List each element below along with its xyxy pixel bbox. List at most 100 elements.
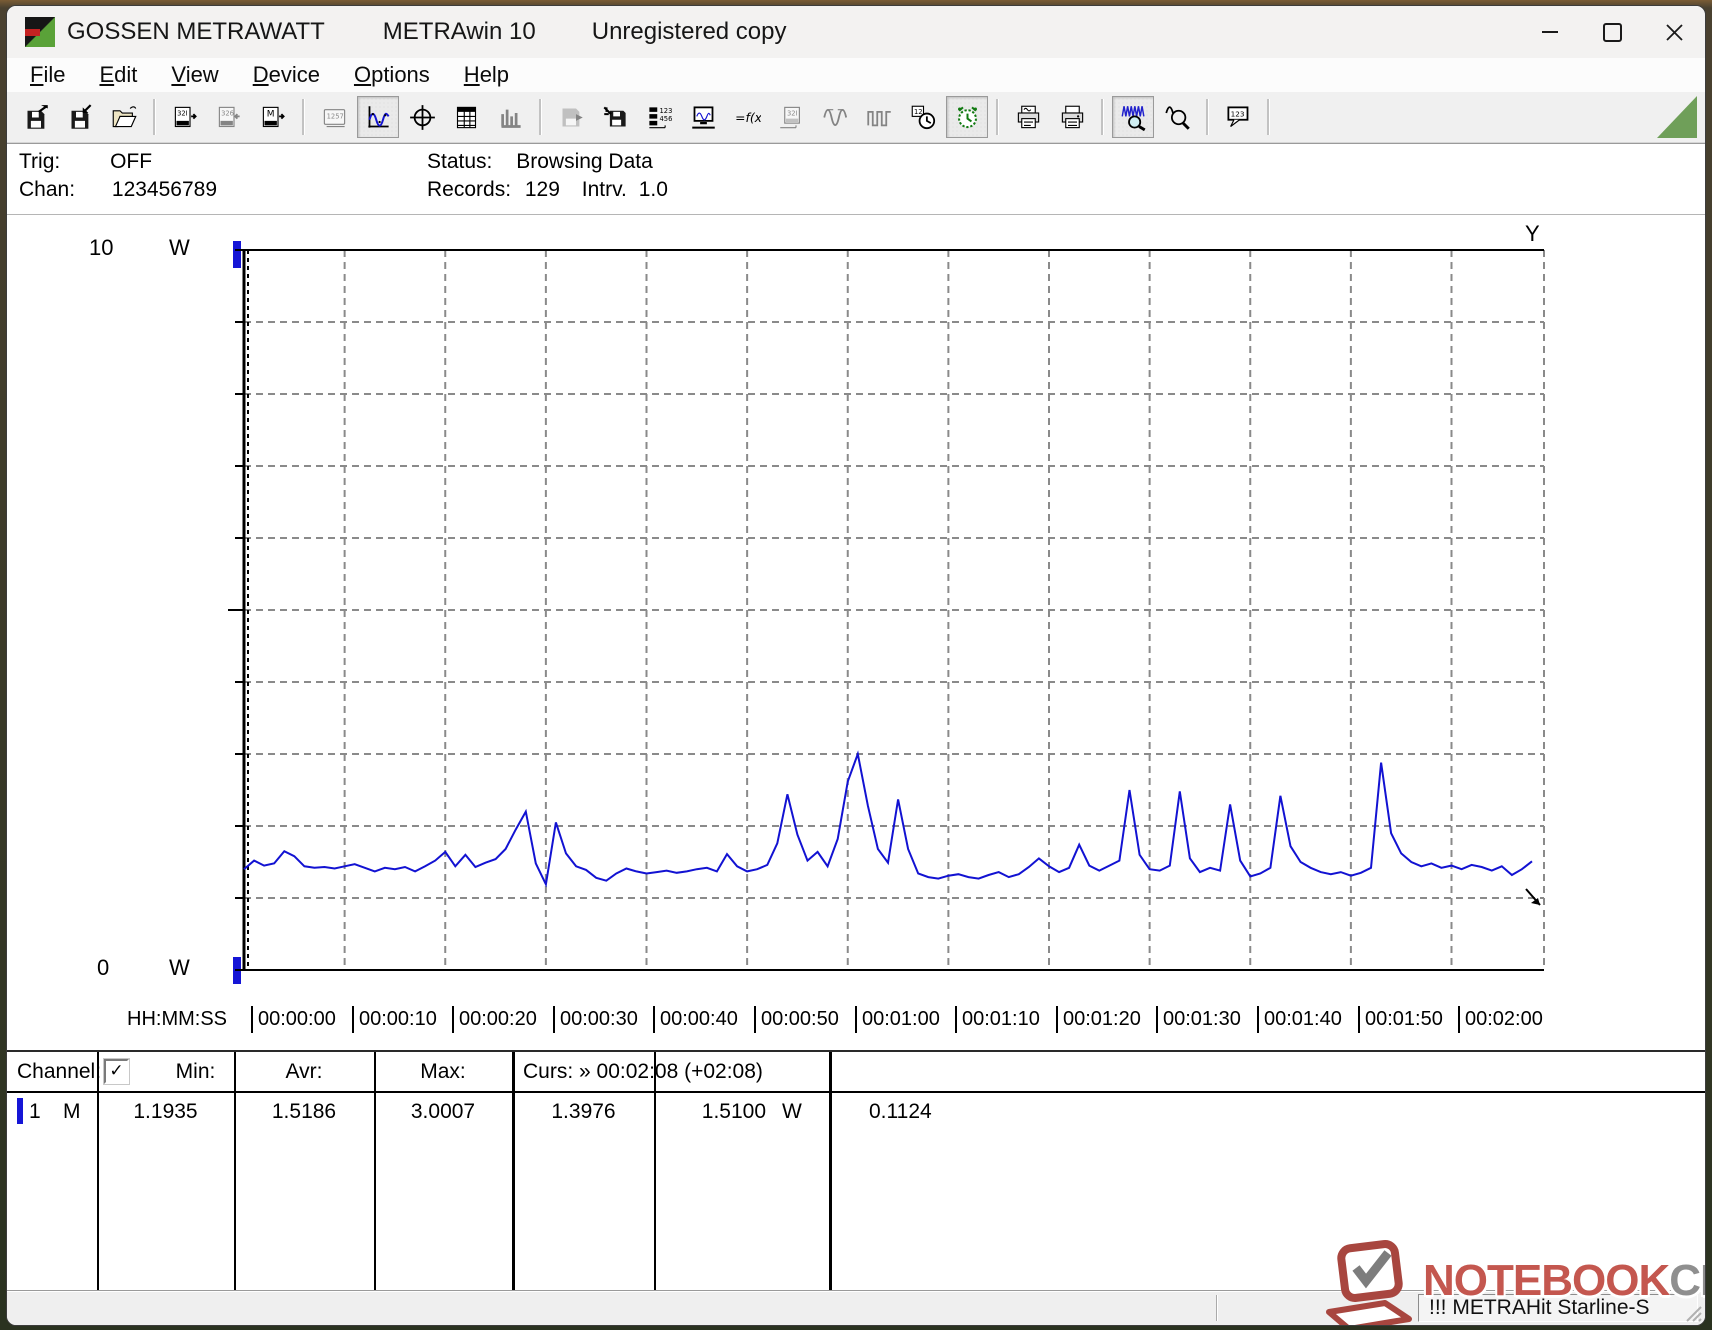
table-grid-line <box>97 1052 99 1290</box>
cell-channel: 1 <box>29 1098 41 1126</box>
export-disk-icon <box>558 104 585 131</box>
read-memory-button[interactable]: M <box>252 96 294 138</box>
corner-triangle-icon <box>1657 96 1697 138</box>
alarm-clock-green-icon <box>954 104 981 131</box>
maximize-button[interactable] <box>1581 6 1643 58</box>
toolbar-separator <box>153 99 156 135</box>
table-icon <box>453 104 480 131</box>
crosshair-cursor-button[interactable] <box>401 96 443 138</box>
toolbar: 32I 326 M 1257 123456 =f(x) 32I 12 123 <box>7 92 1705 143</box>
svg-text:123: 123 <box>1230 109 1244 118</box>
channel-color-marker <box>17 1098 23 1124</box>
minimize-icon <box>1542 31 1558 33</box>
max-header: Max: <box>376 1057 510 1087</box>
cursor-header: Curs: » 00:02:08 (+02:08) <box>523 1057 763 1087</box>
histogram-icon <box>497 104 524 131</box>
svg-text:456: 456 <box>659 114 672 122</box>
export-data-button <box>550 96 592 138</box>
menu-device[interactable]: Device <box>236 62 337 88</box>
svg-text:32I: 32I <box>177 109 188 117</box>
cell-max: 3.0007 <box>376 1098 510 1126</box>
device-status-field: !!! METRAHit Starline-S <box>1418 1294 1698 1322</box>
chart-panel[interactable]: 10 W 0 W Y HH:MM:SS 00:00:00 00:00:10 00… <box>7 214 1705 1050</box>
svg-text:M: M <box>266 109 274 119</box>
minimize-button[interactable] <box>1519 6 1581 58</box>
chan-label: Chan: <box>19 178 75 201</box>
x-tick-label: 00:01:30 <box>1156 1006 1241 1033</box>
device-read-icon: 32I <box>172 104 199 131</box>
file-open-button[interactable] <box>103 96 145 138</box>
import-disk-icon <box>602 104 629 131</box>
read-device-button[interactable]: 32I <box>164 96 206 138</box>
device-monitor-button[interactable] <box>682 96 724 138</box>
table-grid-line <box>234 1052 236 1290</box>
crosshair-icon <box>409 104 436 131</box>
cell-cursor-unit: W <box>782 1098 802 1126</box>
intrv-value: 1.0 <box>639 178 668 202</box>
svg-text:Y: Y <box>1525 221 1540 246</box>
cell-cursor-b: 1.5100 <box>656 1098 766 1126</box>
alarm-clock-button[interactable] <box>946 96 988 138</box>
close-button[interactable] <box>1643 6 1705 58</box>
zoom-search-button[interactable] <box>1156 96 1198 138</box>
table-grid-line <box>654 1052 656 1290</box>
table-view-button[interactable] <box>445 96 487 138</box>
note-bubble-icon: 123 <box>1225 104 1252 131</box>
menu-view[interactable]: View <box>154 62 235 88</box>
toolbar-separator <box>996 99 999 135</box>
x-tick-label: 00:00:20 <box>452 1006 537 1033</box>
statusbar-divider <box>1216 1295 1218 1321</box>
annotation-button[interactable]: 123 <box>1217 96 1259 138</box>
timer-button[interactable]: 12 <box>902 96 944 138</box>
power-trend-chart[interactable]: Y <box>7 215 1703 1043</box>
app-logo-icon <box>25 17 55 47</box>
toolbar-separator <box>539 99 542 135</box>
send-device-button: 326 <box>208 96 250 138</box>
table-grid-line <box>829 1052 832 1290</box>
zoom-time-button[interactable] <box>1112 96 1154 138</box>
svg-text:=f(x): =f(x) <box>735 111 761 125</box>
channel-setup-button[interactable]: 123456 <box>638 96 680 138</box>
toolbar-separator <box>1206 99 1209 135</box>
menu-options[interactable]: Options <box>337 62 447 88</box>
analog-wave-button <box>814 96 856 138</box>
cell-mode: M <box>63 1098 81 1126</box>
menu-bar: File Edit View Device Options Help <box>7 58 1705 92</box>
printer-icon <box>1059 104 1086 131</box>
channel-list-icon: 123456 <box>646 104 673 131</box>
acquisition-info-panel: Trig: OFF Chan: 123456789 Status: Browsi… <box>7 143 1705 214</box>
x-tick-label: 00:00:00 <box>251 1006 336 1033</box>
formula-button[interactable]: =f(x) <box>726 96 768 138</box>
file-save-button[interactable] <box>15 96 57 138</box>
resize-grip[interactable] <box>1681 1301 1703 1323</box>
cell-avr: 1.5186 <box>236 1098 372 1126</box>
digital-wave-button <box>858 96 900 138</box>
x-tick-label: 00:02:00 <box>1458 1006 1543 1033</box>
menu-file[interactable]: File <box>13 62 82 88</box>
x-tick-label: 00:01:20 <box>1056 1006 1141 1033</box>
x-tick-label: 00:00:50 <box>754 1006 839 1033</box>
svg-text:123: 123 <box>659 107 672 115</box>
x-tick-label: 00:00:10 <box>352 1006 437 1033</box>
import-data-button[interactable] <box>594 96 636 138</box>
vendor-title: GOSSEN METRAWATT <box>67 18 325 46</box>
histogram-view-button <box>489 96 531 138</box>
header-underline <box>7 1091 1705 1093</box>
numeric-display-icon: 1257 <box>321 104 348 131</box>
menu-edit[interactable]: Edit <box>82 62 154 88</box>
open-folder-icon <box>111 104 138 131</box>
print-preview-button[interactable] <box>1007 96 1049 138</box>
status-bar: !!! METRAHit Starline-S <box>7 1290 1705 1325</box>
zoom-wave-icon <box>1120 104 1147 131</box>
svg-text:1257: 1257 <box>326 112 343 120</box>
monitor-wave-icon <box>690 104 717 131</box>
print-button[interactable] <box>1051 96 1093 138</box>
intrv-label: Intrv. <box>582 178 627 202</box>
analog-wave-icon <box>822 104 849 131</box>
avr-header: Avr: <box>236 1057 372 1087</box>
menu-help[interactable]: Help <box>447 62 526 88</box>
cell-cursor-a: 1.3976 <box>515 1098 652 1126</box>
table-grid-line <box>374 1052 376 1290</box>
file-save-as-button[interactable] <box>59 96 101 138</box>
chart-view-button[interactable] <box>357 96 399 138</box>
